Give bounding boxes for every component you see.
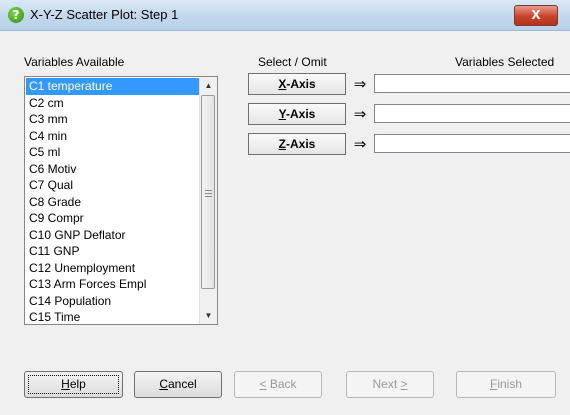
back-label: Back (266, 377, 297, 391)
list-item[interactable]: C5 ml (26, 144, 200, 161)
cancel-mnemonic: C (159, 377, 168, 391)
close-button[interactable]: X (514, 5, 558, 26)
list-item[interactable]: C9 Compr (26, 210, 200, 227)
next-label: Next (372, 377, 401, 391)
list-item[interactable]: C15 Time (26, 309, 200, 324)
list-item[interactable]: C14 Population (26, 293, 200, 310)
y-axis-arrow-icon: ⇒ (353, 105, 367, 123)
x-axis-arrow-icon: ⇒ (353, 75, 367, 93)
list-item[interactable]: C12 Unemployment (26, 260, 200, 277)
list-item[interactable]: C10 GNP Deflator (26, 227, 200, 244)
finish-button[interactable]: Finish (456, 371, 556, 398)
x-axis-label: -Axis (286, 77, 316, 91)
cancel-button[interactable]: Cancel (134, 371, 222, 398)
scroll-down-icon[interactable]: ▼ (200, 307, 217, 324)
vertical-scrollbar[interactable]: ▲ ▼ (199, 77, 217, 324)
list-item[interactable]: C13 Arm Forces Empl (26, 276, 200, 293)
finish-label: inish (497, 377, 523, 391)
variables-listbox[interactable]: C1 temperature C2 cm C3 mm C4 min C5 ml C6 Mo… (24, 76, 218, 325)
scroll-thumb[interactable] (201, 95, 215, 289)
next-button[interactable]: Next > (346, 371, 434, 398)
select-omit-label: Select / Omit (258, 55, 327, 69)
variables-list: C1 temperature C2 cm C3 mm C4 min C5 ml C6 Mo… (26, 78, 200, 324)
cancel-label: ancel (167, 377, 197, 391)
help-button[interactable]: Help (24, 371, 123, 398)
z-axis-button[interactable]: Z-Axis (248, 133, 346, 155)
list-item[interactable]: C11 GNP (26, 243, 200, 260)
title-bar[interactable]: ? X-Y-Z Scatter Plot: Step 1 X (0, 0, 570, 31)
x-axis-button[interactable]: X-Axis (248, 73, 346, 95)
back-button[interactable]: < Back (234, 371, 322, 398)
z-axis-mnemonic: Z (278, 137, 286, 151)
back-mnemonic: < (259, 377, 267, 391)
list-item[interactable]: C4 min (26, 128, 200, 145)
help-question-icon: ? (8, 7, 24, 23)
z-axis-label: -Axis (286, 137, 316, 151)
list-item[interactable]: C8 Grade (26, 194, 200, 211)
scroll-up-icon[interactable]: ▲ (200, 77, 217, 94)
list-item[interactable]: C3 mm (26, 111, 200, 128)
z-axis-arrow-icon: ⇒ (353, 135, 367, 153)
next-mnemonic: > (400, 377, 408, 391)
z-axis-field[interactable] (374, 134, 570, 153)
x-axis-field[interactable] (374, 74, 570, 93)
variables-selected-label: Variables Selected (455, 55, 555, 69)
list-item[interactable]: C2 cm (26, 95, 200, 112)
list-item[interactable]: C6 Motiv (26, 161, 200, 178)
y-axis-field[interactable] (374, 104, 570, 123)
y-axis-mnemonic: Y (278, 107, 286, 121)
list-item[interactable]: C7 Qual (26, 177, 200, 194)
window-title: X-Y-Z Scatter Plot: Step 1 (30, 7, 179, 22)
dialog-window: ? X-Y-Z Scatter Plot: Step 1 X Variables… (0, 0, 570, 415)
variables-available-label: Variables Available (24, 55, 125, 69)
help-label: elp (69, 377, 86, 391)
y-axis-button[interactable]: Y-Axis (248, 103, 346, 125)
list-item[interactable]: C1 temperature (26, 78, 200, 95)
y-axis-label: -Axis (286, 107, 316, 121)
help-mnemonic: H (61, 377, 70, 391)
